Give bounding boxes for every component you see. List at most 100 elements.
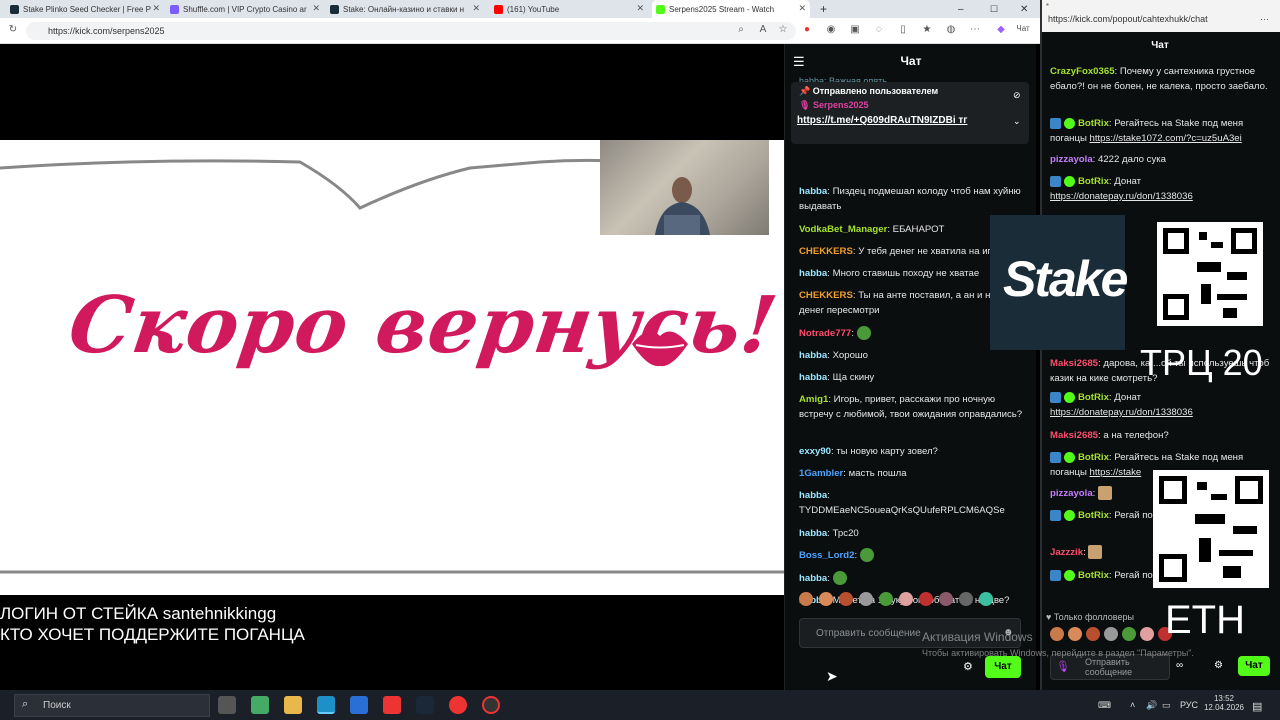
clock[interactable]: 13:52 12.04.2026 [1203,694,1245,712]
chat-username[interactable]: Maksi2685 [1050,430,1098,441]
extension-icon[interactable]: ◉ [824,24,838,35]
emote-icon[interactable] [1140,627,1154,641]
chat-link[interactable]: https://donatepay.ru/don/1338036 [1050,407,1193,418]
read-aloud-icon[interactable]: A [756,24,770,35]
favorite-star-icon[interactable]: ☆ [776,24,790,35]
chat-username[interactable]: 1Gambler [799,468,843,479]
copilot-icon[interactable]: ◆ [994,24,1008,35]
emote-icon[interactable] [939,592,953,606]
chat-link[interactable]: https://stake [1090,467,1142,478]
yandex-icon[interactable] [383,696,401,714]
chat-username[interactable]: Boss_Lord2 [799,550,854,561]
chat-username[interactable]: CrazyFox0365 [1050,66,1115,77]
chat-username[interactable]: pizzayola [1050,154,1093,165]
zoom-icon[interactable]: ⌕ [734,24,748,35]
settings-gear-icon[interactable]: ⚙ [963,660,973,673]
popout-menu-icon[interactable]: ⋯ [1260,14,1269,25]
emote-icon[interactable] [919,592,933,606]
close-tab-icon[interactable]: ✕ [312,3,320,14]
profile-icon[interactable]: ◍ [944,24,958,35]
microphone-icon[interactable]: 🎙 [1056,660,1070,673]
emote-icon[interactable] [1104,627,1118,641]
steam-icon[interactable] [416,696,434,714]
chat-username[interactable]: Maksi2685 [1050,358,1098,369]
emote-icon[interactable] [839,592,853,606]
network-icon[interactable]: ▭ [1162,700,1171,711]
emote-icon[interactable] [899,592,913,606]
reload-icon[interactable]: ↻ [6,24,20,35]
file-explorer-icon[interactable] [284,696,302,714]
tab-youtube[interactable]: (161) YouTube ✕ [490,0,648,18]
emote-icon[interactable] [1122,627,1136,641]
chat-username[interactable]: habba [799,186,827,197]
pinned-username[interactable]: Serpens2025 [813,100,869,110]
tab-stake-plinko[interactable]: Stake Plinko Seed Checker | Free P ✕ [6,0,164,18]
chat-username[interactable]: habba [799,372,827,383]
favorites-icon[interactable]: ★ [920,24,934,35]
close-window-icon[interactable]: ✕ [1016,0,1030,18]
popout-url[interactable]: https://kick.com/popout/cahtexhukk/chat [1048,14,1208,24]
chat-username[interactable]: VodkaBet_Manager [799,224,887,235]
close-tab-icon[interactable]: ✕ [636,3,644,14]
taskbar-search[interactable]: Поиск [14,694,210,717]
chat-username[interactable]: BotRix [1078,510,1109,521]
popout-send-button[interactable]: Чат [1238,656,1270,676]
close-tab-icon[interactable]: ✕ [798,3,806,14]
emote-icon[interactable] [1086,627,1100,641]
chat-username[interactable]: CHEKKERS [799,246,853,257]
minimize-icon[interactable]: – [954,0,968,18]
tab-shuffle[interactable]: Shuffle.com | VIP Crypto Casino ar ✕ [166,0,324,18]
chat-link[interactable]: https://donatepay.ru/don/1338036 [1050,191,1193,202]
new-tab-button[interactable]: + [816,0,832,18]
chat-username[interactable]: BotRix [1078,570,1109,581]
yandex-browser-icon[interactable] [449,696,467,714]
chevron-up-icon[interactable]: ˄ [1130,700,1135,710]
chat-username[interactable]: exxy90 [799,446,831,457]
hide-pinned-icon[interactable]: ⊘ [1013,90,1021,101]
extension-icon[interactable]: ▣ [848,24,862,35]
notifications-icon[interactable]: ▤ [1252,700,1262,713]
emote-icon[interactable] [959,592,973,606]
keyboard-icon[interactable]: ⌨ [1098,700,1111,711]
send-chat-button[interactable]: Чат [985,656,1021,678]
chat-username[interactable]: BotRix [1078,176,1109,187]
chat-username[interactable]: habba [799,268,827,279]
extension-icon[interactable]: ◌ [872,24,886,35]
extension-icon[interactable]: ● [800,24,814,35]
chat-username[interactable]: CHEKKERS [799,290,853,301]
store-icon[interactable] [251,696,269,714]
chat-toolbar-button[interactable]: Чат [1012,24,1034,33]
chat-username[interactable]: BotRix [1078,452,1109,463]
edge-icon[interactable] [317,696,335,714]
settings-gear-icon[interactable]: ⚙ [1214,660,1223,671]
more-menu-icon[interactable]: ⋯ [968,24,982,35]
task-view-icon[interactable] [218,696,236,714]
emote-icon[interactable] [979,592,993,606]
close-tab-icon[interactable]: ✕ [152,3,160,14]
emote-icon[interactable] [799,592,813,606]
emote-icon[interactable] [859,592,873,606]
tab-serpens-stream[interactable]: Serpens2025 Stream - Watch ✕ [652,0,810,18]
chat-username[interactable]: habba [799,350,827,361]
url-bar[interactable]: https://kick.com/serpens2025 [26,22,796,40]
chat-username[interactable]: Jazzzik [1050,547,1083,558]
pinned-author[interactable]: 🎙 Serpens2025 [799,100,868,111]
emote-icon[interactable] [1050,627,1064,641]
chat-username[interactable]: habba [799,528,827,539]
emote-icon[interactable] [1068,627,1082,641]
chat-username[interactable]: Notrade777 [799,328,851,339]
chat-username[interactable]: Amig1 [799,394,828,405]
pinned-link[interactable]: https://t.me/+Q609dRAuTN9IZDBi тг [797,115,967,126]
wallet-connect-icon[interactable]: ∞ [1176,660,1183,671]
chat-username[interactable]: BotRix [1078,392,1109,403]
close-tab-icon[interactable]: ✕ [472,3,480,14]
emote-icon[interactable] [819,592,833,606]
chat-username[interactable]: habba [799,490,827,501]
speaker-icon[interactable]: 🔊 [1146,700,1157,711]
split-screen-icon[interactable]: ▯ [896,24,910,35]
chat-link[interactable]: https://stake1072.com/?c=uz5uA3ei [1090,133,1242,144]
chevron-down-icon[interactable]: ⌄ [1013,116,1021,127]
chat-username[interactable]: habba [799,573,827,584]
maximize-icon[interactable]: ☐ [986,0,1000,18]
language-indicator[interactable]: РУС [1180,700,1198,710]
